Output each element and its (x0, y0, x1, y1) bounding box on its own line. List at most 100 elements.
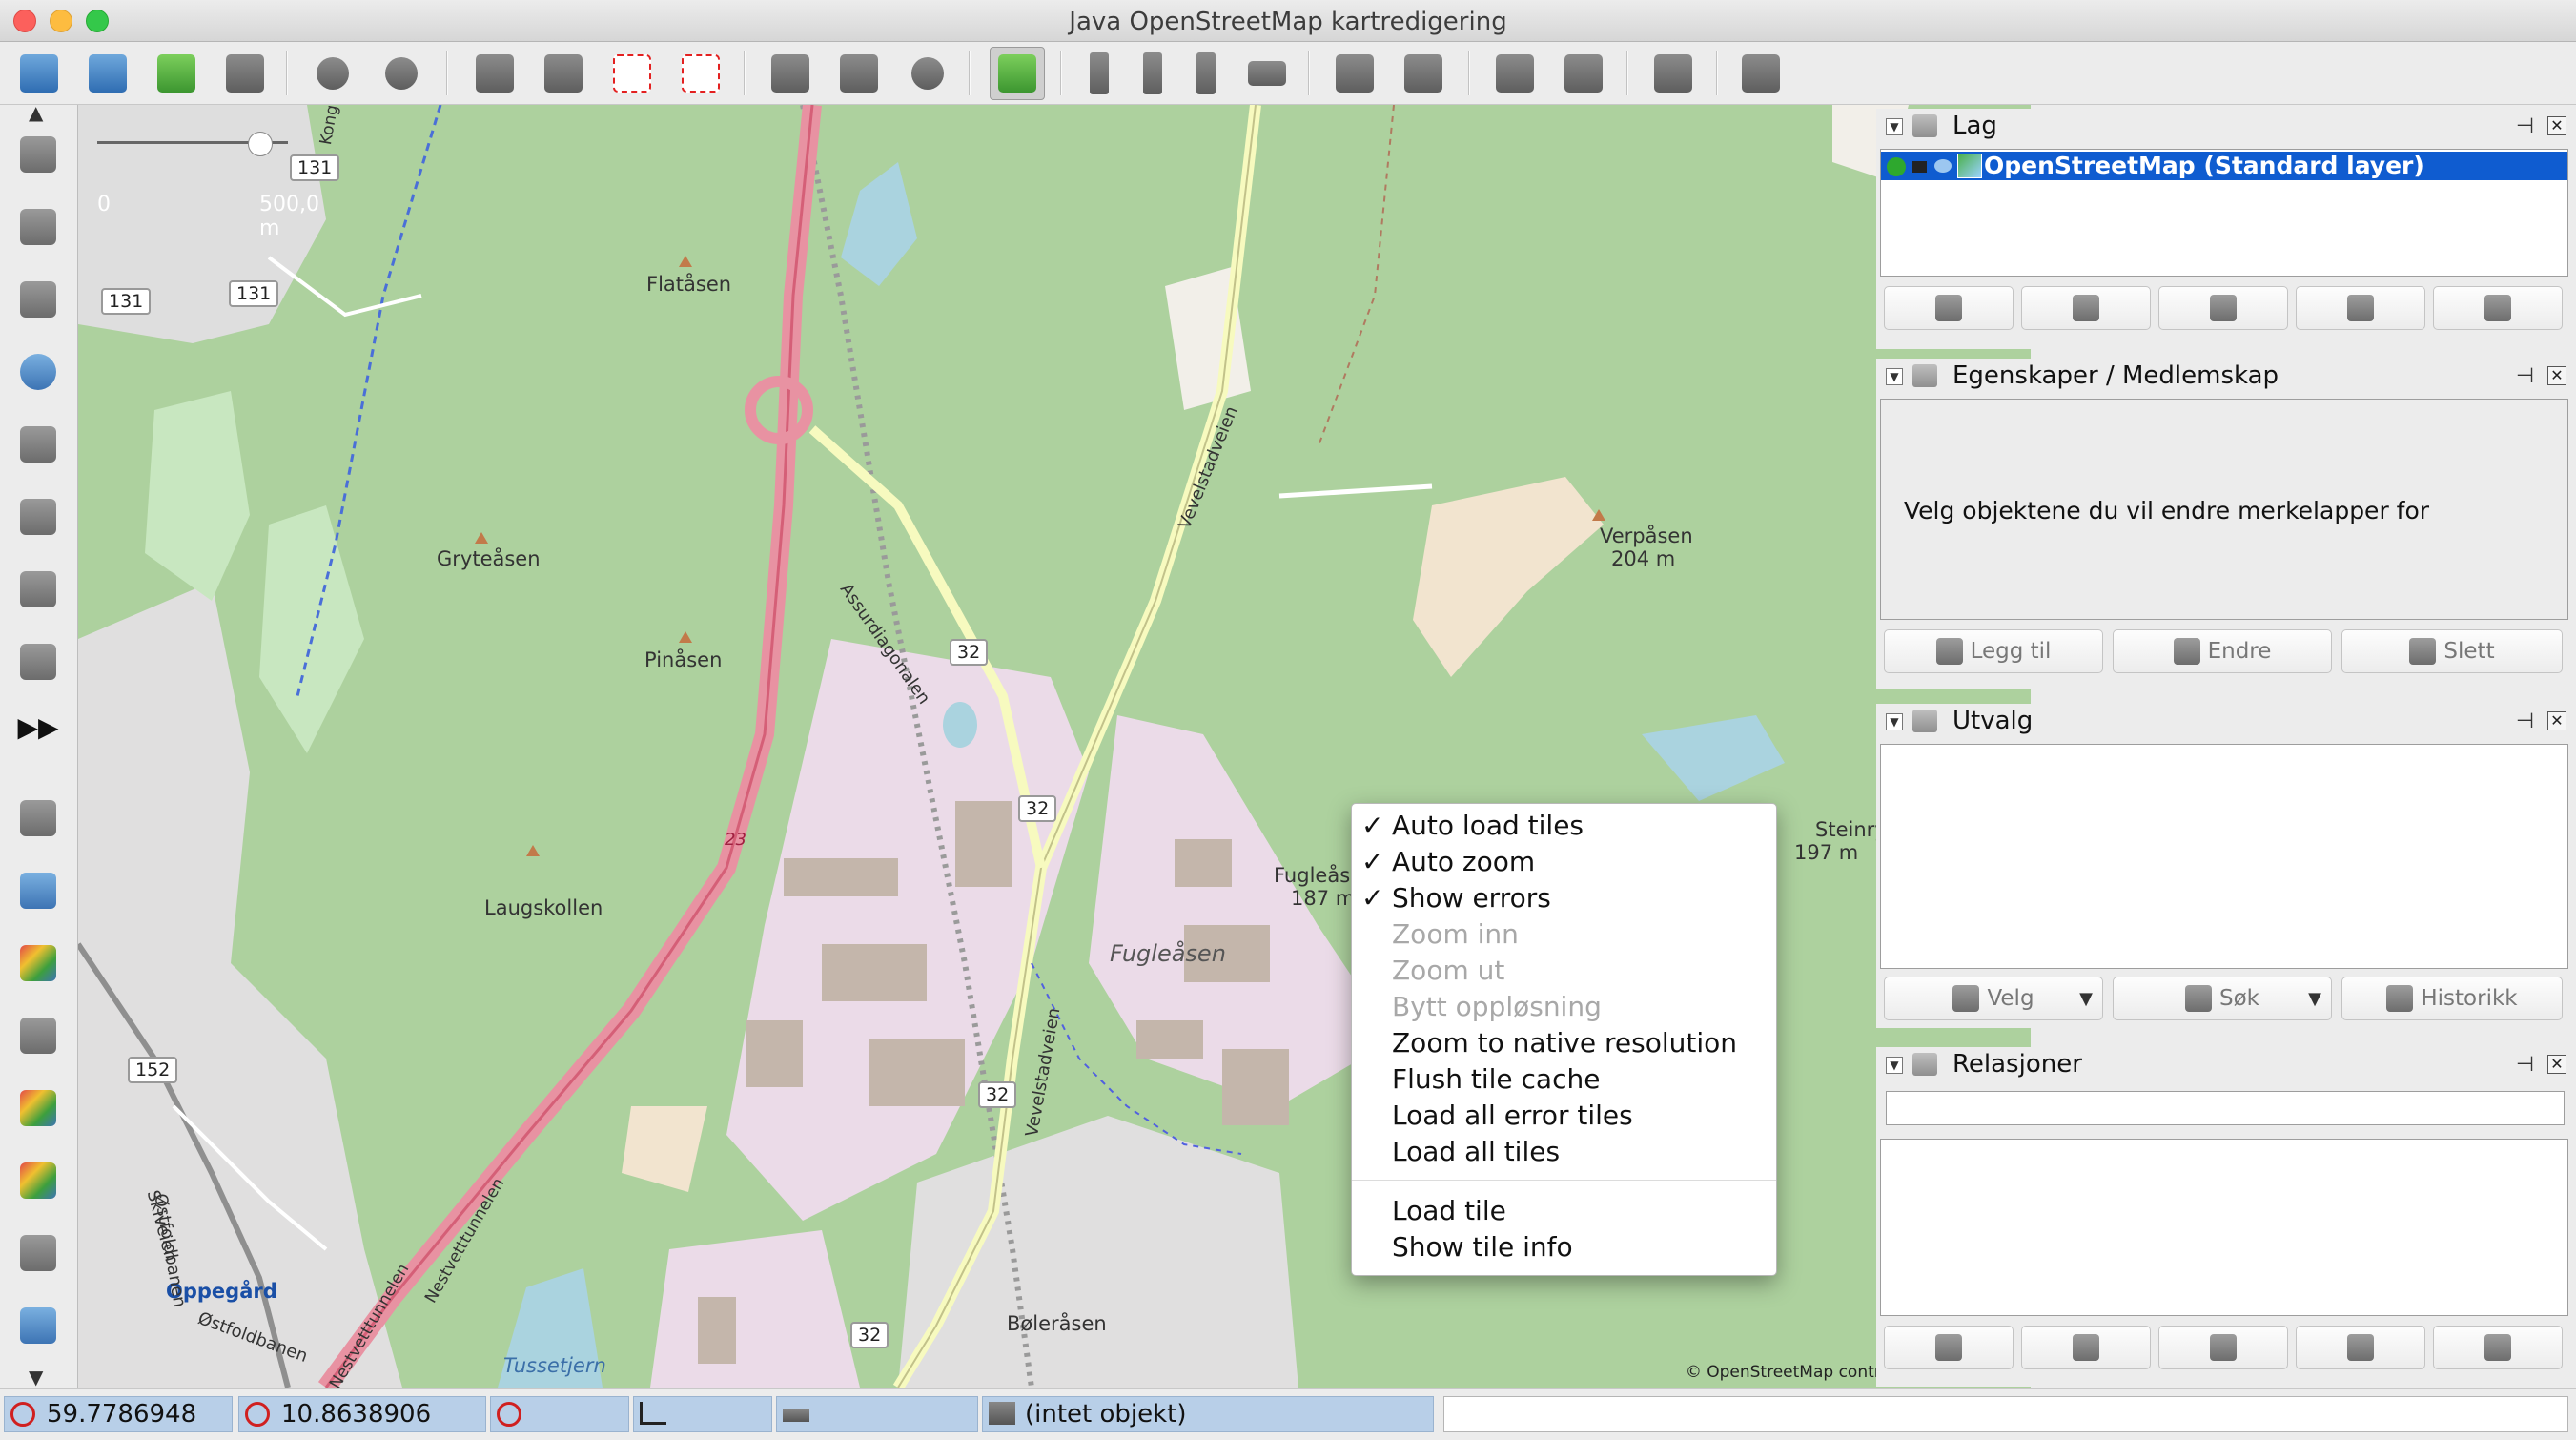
improve-way-tool[interactable] (15, 566, 61, 612)
zoom-selection-button[interactable] (673, 47, 728, 100)
add-tag-button[interactable]: Legg til (1884, 629, 2103, 673)
split-way-icon (771, 54, 809, 93)
menu-show-tile-info[interactable]: Show tile info (1352, 1229, 1776, 1265)
zoom-tool[interactable] (15, 349, 61, 395)
save-button[interactable] (80, 47, 135, 100)
latitude-value: 59.7786948 (47, 1400, 197, 1429)
select-icon (2484, 1334, 2511, 1361)
panel-close-icon[interactable]: ✕ (2547, 711, 2566, 730)
panel-close-icon[interactable]: ✕ (2547, 116, 2566, 135)
filter-toggle[interactable] (15, 1230, 61, 1276)
satellite-icon (998, 54, 1036, 93)
building-preset-button[interactable] (1072, 47, 1127, 100)
extrude-tool[interactable] (15, 639, 61, 685)
duplicate-relation-button[interactable] (2158, 1326, 2288, 1369)
highway-preset-button[interactable] (1239, 47, 1295, 100)
collapse-icon[interactable]: ▼ (1886, 713, 1903, 730)
open-file-button[interactable] (11, 47, 67, 100)
zoom-data-button[interactable] (604, 47, 660, 100)
collapse-icon[interactable]: ▼ (1886, 368, 1903, 385)
parallel-tool[interactable] (15, 494, 61, 540)
parking-preset-button[interactable] (1487, 47, 1543, 100)
relations-panel: ▼ Relasjoner ⊣ ✕ (1876, 1047, 2572, 1387)
layers-toggle[interactable] (15, 795, 61, 841)
split-way-button[interactable] (763, 47, 818, 100)
menu-auto-zoom[interactable]: ✓ Auto zoom (1352, 844, 1776, 880)
delete-relation-button[interactable] (2296, 1326, 2425, 1369)
industry-preset-button[interactable] (1733, 47, 1789, 100)
menu-auto-load-tiles[interactable]: ✓ Auto load tiles (1352, 808, 1776, 844)
relation-list[interactable] (1880, 1139, 2568, 1316)
pin-icon[interactable]: ⊣ (2516, 114, 2534, 138)
delete-tool[interactable] (15, 422, 61, 467)
reverse-way-button[interactable] (900, 47, 955, 100)
move-up-button[interactable] (1884, 286, 2014, 330)
combine-way-button[interactable] (831, 47, 887, 100)
select-tool[interactable] (15, 132, 61, 177)
info-button[interactable] (536, 47, 591, 100)
preferences-button[interactable] (467, 47, 522, 100)
tags-toggle[interactable] (15, 868, 61, 914)
relation-filter-input[interactable] (1886, 1091, 2565, 1125)
undo-icon (317, 57, 349, 90)
edit-relation-button[interactable] (2021, 1326, 2151, 1369)
layer-list[interactable]: OpenStreetMap (Standard layer) (1880, 149, 2568, 277)
edit-tag-button[interactable]: Endre (2113, 629, 2332, 673)
panel-close-icon[interactable]: ✕ (2547, 1055, 2566, 1074)
satellite-button[interactable] (990, 47, 1045, 100)
select-members-button[interactable] (2433, 1326, 2563, 1369)
search-button[interactable]: Søk ▼ (2113, 977, 2332, 1020)
download-button[interactable] (149, 47, 204, 100)
car-preset-button[interactable] (1327, 47, 1382, 100)
pin-icon[interactable]: ⊣ (2516, 364, 2534, 388)
delete-tag-button[interactable]: Slett (2341, 629, 2563, 673)
panel-close-icon[interactable]: ✕ (2547, 366, 2566, 385)
conflict-toggle[interactable] (15, 1303, 61, 1348)
delete-layer-button[interactable] (2433, 286, 2563, 330)
menu-flush-cache[interactable]: Flush tile cache (1352, 1061, 1776, 1098)
new-relation-button[interactable] (1884, 1326, 2014, 1369)
pin-icon[interactable]: ⊣ (2516, 710, 2534, 733)
menu-load-all-tiles[interactable]: Load all tiles (1352, 1134, 1776, 1170)
menu-show-errors[interactable]: ✓ Show errors (1352, 880, 1776, 916)
commands-toggle[interactable] (15, 1158, 61, 1203)
menu-zoom-native[interactable]: Zoom to native resolution (1352, 1025, 1776, 1061)
draw-tool[interactable] (15, 277, 61, 322)
trash-icon (2347, 1334, 2374, 1361)
selection-list[interactable] (1880, 744, 2568, 969)
scroll-up-icon[interactable]: ▲ (29, 101, 43, 124)
scroll-down-icon[interactable]: ▼ (29, 1366, 43, 1389)
selection-toggle[interactable] (15, 940, 61, 986)
layer-row[interactable]: OpenStreetMap (Standard layer) (1881, 152, 2567, 180)
zoom-slider-knob[interactable] (248, 132, 273, 156)
lasso-tool[interactable] (15, 204, 61, 250)
collapse-icon[interactable]: ▼ (1886, 1057, 1903, 1074)
bus-preset-button[interactable] (1396, 47, 1451, 100)
more-tools-button[interactable]: ▶▶ (15, 704, 61, 750)
layer-visible-icon[interactable] (1887, 157, 1906, 176)
move-down-button[interactable] (2021, 286, 2151, 330)
history-button[interactable]: Historikk (2341, 977, 2563, 1020)
upload-button[interactable] (217, 47, 273, 100)
pin-icon[interactable]: ⊣ (2516, 1053, 2534, 1077)
properties-button-row: Legg til Endre Slett (1876, 624, 2572, 677)
button-label: Velg (1987, 986, 2034, 1011)
collapse-icon[interactable]: ▼ (1886, 118, 1903, 135)
select-button[interactable]: Velg ▼ (1884, 977, 2103, 1020)
dropdown-icon[interactable]: ▼ (2308, 989, 2321, 1009)
history-toggle[interactable] (15, 1085, 61, 1131)
redo-button[interactable] (374, 47, 429, 100)
map-scale[interactable]: 0 500,0 m (97, 124, 319, 240)
menu-load-tile[interactable]: Load tile (1352, 1193, 1776, 1229)
undo-button[interactable] (305, 47, 360, 100)
restaurant-preset-button[interactable] (1556, 47, 1611, 100)
shop-preset-button[interactable] (1125, 47, 1180, 100)
road-preset-button[interactable] (1178, 47, 1234, 100)
menu-load-error-tiles[interactable]: Load all error tiles (1352, 1098, 1776, 1134)
castle-preset-button[interactable] (1646, 47, 1701, 100)
relations-toggle[interactable] (15, 1013, 61, 1059)
eye-icon[interactable] (1934, 159, 1952, 173)
merge-layer-button[interactable] (2158, 286, 2288, 330)
dropdown-icon[interactable]: ▼ (2079, 989, 2093, 1009)
layer-settings-button[interactable] (2296, 286, 2425, 330)
